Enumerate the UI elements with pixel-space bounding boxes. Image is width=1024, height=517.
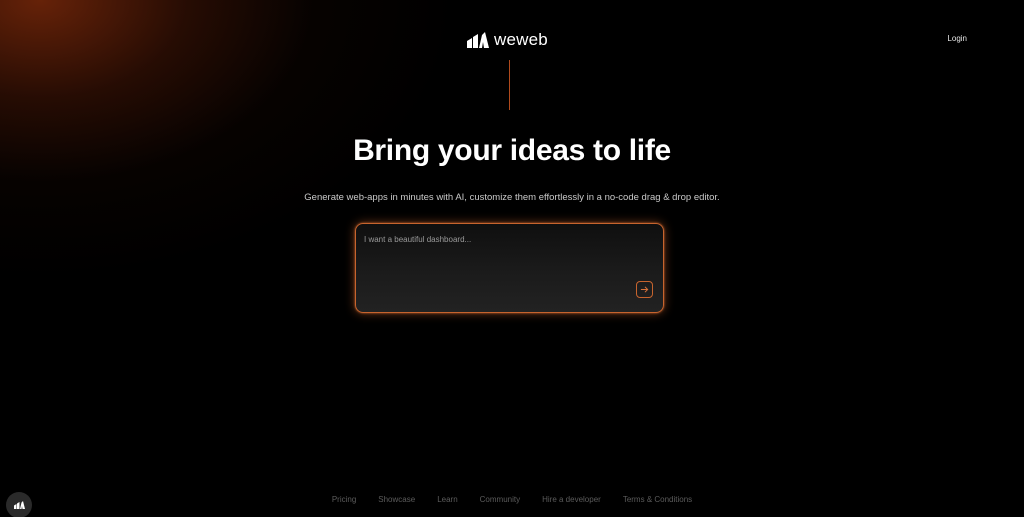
brand-name: weweb: [494, 30, 548, 49]
weweb-logo-icon: [13, 501, 25, 509]
footer-link-showcase[interactable]: Showcase: [378, 495, 415, 507]
top-header: weweb Login: [0, 0, 1024, 80]
footer-link-hire-developer[interactable]: Hire a developer: [542, 495, 601, 507]
prompt-box: [355, 223, 664, 313]
login-link[interactable]: Login: [947, 34, 967, 43]
arrow-right-icon: [640, 286, 649, 293]
footer-link-pricing[interactable]: Pricing: [332, 495, 356, 507]
footer-link-learn[interactable]: Learn: [437, 495, 457, 507]
weweb-logo-icon: [467, 32, 489, 48]
footer: Pricing Showcase Learn Community Hire a …: [0, 495, 1024, 507]
brand-logo[interactable]: weweb: [467, 30, 548, 50]
submit-button[interactable]: [636, 281, 653, 298]
chat-widget-button[interactable]: [6, 492, 32, 517]
footer-link-community[interactable]: Community: [480, 495, 520, 507]
prompt-input[interactable]: [364, 232, 634, 246]
vertical-divider: [509, 60, 510, 110]
footer-link-terms[interactable]: Terms & Conditions: [623, 495, 692, 507]
page-title: Bring your ideas to life: [353, 134, 671, 167]
footer-nav: Pricing Showcase Learn Community Hire a …: [321, 495, 703, 507]
page-subtitle: Generate web-apps in minutes with AI, cu…: [304, 192, 720, 203]
